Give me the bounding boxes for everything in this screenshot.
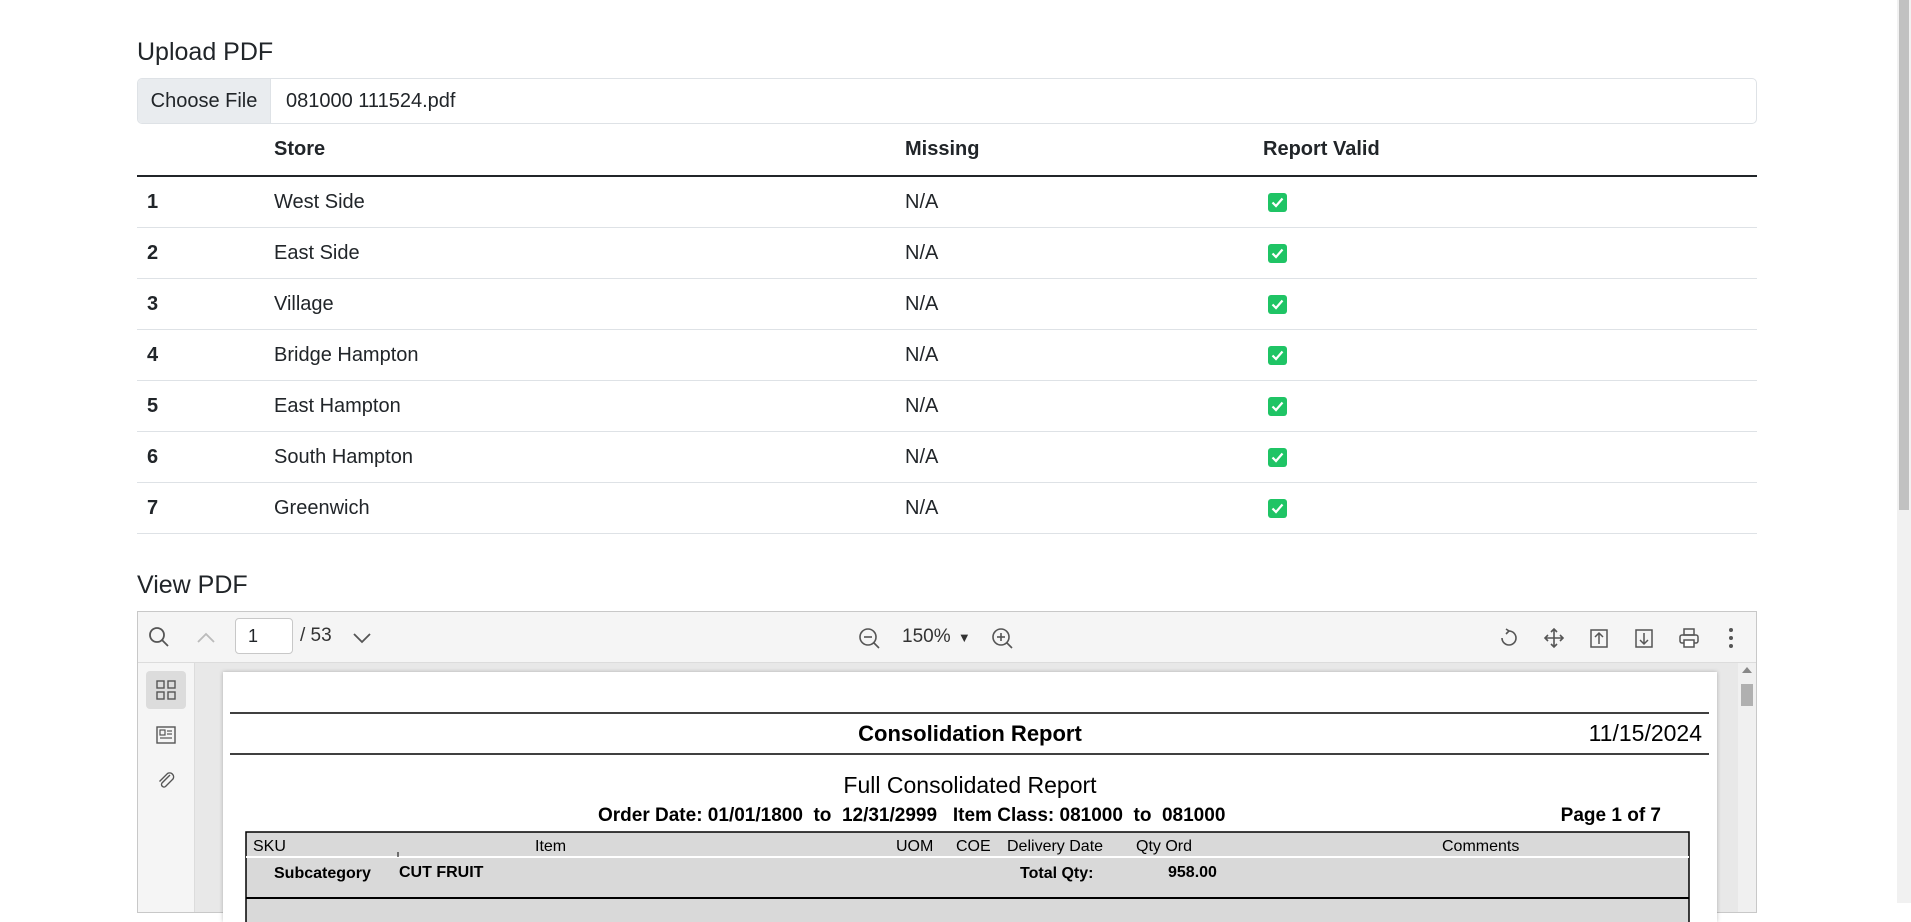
store-name: Bridge Hampton: [264, 329, 895, 381]
window-scroll-thumb[interactable]: [1899, 0, 1909, 510]
view-pdf-heading: View PDF: [137, 571, 248, 599]
row-index: 1: [137, 176, 264, 228]
check-icon: [1268, 498, 1287, 518]
row-index: 7: [137, 482, 264, 534]
missing-value: N/A: [895, 278, 1253, 330]
window-scrollbar[interactable]: [1897, 0, 1911, 903]
store-name: East Hampton: [264, 380, 895, 432]
bookmarks-icon[interactable]: [146, 716, 186, 754]
col-header-report-valid: Report Valid: [1253, 124, 1757, 177]
choose-file-button[interactable]: Choose File: [138, 79, 271, 123]
total-qty-value: 958.00: [1168, 864, 1217, 881]
missing-value: N/A: [895, 329, 1253, 381]
previous-page-icon[interactable]: [194, 626, 218, 650]
rotate-icon[interactable]: [1496, 625, 1522, 651]
report-subtitle: Full Consolidated Report: [843, 772, 1097, 798]
store-name: East Side: [264, 227, 895, 279]
selected-file-name: 081000 111524.pdf: [286, 89, 456, 112]
next-page-icon[interactable]: [350, 628, 374, 648]
missing-value: N/A: [895, 176, 1253, 228]
upload-pdf-heading: Upload PDF: [137, 38, 274, 66]
report-page-number: Page 1 of 7: [1560, 805, 1661, 826]
table-row: 6 South Hampton N/A: [137, 431, 1757, 483]
subcategory-label: Subcategory: [274, 865, 371, 882]
report-date: 11/15/2024: [1588, 720, 1702, 746]
store-validation-table: Store Missing Report Valid 1 West Side N/A…: [137, 124, 1757, 534]
report-valid-cell: [1253, 431, 1757, 483]
page-number-input[interactable]: 1: [235, 618, 293, 654]
zoom-select[interactable]: 150% ▼: [902, 626, 971, 648]
table-row: 4 Bridge Hampton N/A: [137, 329, 1757, 381]
pdf-toolbar: 1 / 53 150% ▼: [138, 612, 1756, 663]
row-index: 3: [137, 278, 264, 330]
file-input[interactable]: Choose File 081000 111524.pdf: [137, 78, 1757, 124]
pdf-scrollbar[interactable]: [1738, 663, 1756, 912]
report-title: Consolidation Report: [858, 721, 1082, 746]
search-icon[interactable]: [146, 624, 172, 650]
table-row: 5 East Hampton N/A: [137, 380, 1757, 432]
scroll-up-icon[interactable]: [1742, 667, 1752, 673]
report-valid-cell: [1253, 278, 1757, 330]
col-uom: UOM: [896, 838, 934, 855]
report-valid-cell: [1253, 380, 1757, 432]
pdf-scroll-thumb[interactable]: [1741, 684, 1753, 706]
table-header-row: Store Missing Report Valid: [137, 124, 1757, 177]
total-qty-label: Total Qty:: [1020, 865, 1094, 882]
row-index: 6: [137, 431, 264, 483]
table-row: 3 Village N/A: [137, 278, 1757, 330]
col-delivery-date: Delivery Date: [1007, 838, 1104, 855]
col-header-store: Store: [264, 124, 895, 177]
last-page-icon[interactable]: [1631, 625, 1657, 651]
pan-icon[interactable]: [1541, 625, 1567, 651]
col-comments: Comments: [1442, 838, 1520, 855]
store-name: West Side: [264, 176, 895, 228]
table-row: 1 West Side N/A: [137, 176, 1757, 228]
subcategory-value: CUT FRUIT: [399, 864, 484, 881]
report-valid-cell: [1253, 482, 1757, 534]
more-options-icon[interactable]: [1721, 625, 1741, 651]
report-criteria: Order Date: 01/01/1800 to 12/31/2999 Ite…: [598, 805, 1226, 826]
col-header-index: [137, 124, 264, 177]
col-coe: COE: [956, 838, 991, 855]
col-item: Item: [535, 838, 567, 855]
zoom-out-icon[interactable]: [856, 625, 882, 651]
row-index: 4: [137, 329, 264, 381]
check-icon: [1268, 396, 1287, 416]
check-icon: [1268, 192, 1287, 212]
pdf-page: Consolidation Report 11/15/2024 Full Con…: [223, 672, 1717, 922]
col-sku: SKU: [253, 838, 286, 855]
thumbnails-icon[interactable]: [146, 671, 186, 709]
check-icon: [1268, 294, 1287, 314]
row-index: 2: [137, 227, 264, 279]
store-name: South Hampton: [264, 431, 895, 483]
zoom-value: 150%: [902, 626, 951, 647]
page-total: / 53: [300, 625, 332, 646]
missing-value: N/A: [895, 482, 1253, 534]
pdf-sidebar: [138, 663, 195, 912]
missing-value: N/A: [895, 227, 1253, 279]
first-page-icon[interactable]: [1586, 625, 1612, 651]
attachment-icon[interactable]: [146, 761, 186, 799]
col-header-missing: Missing: [895, 124, 1253, 177]
store-name: Village: [264, 278, 895, 330]
table-row: 7 Greenwich N/A: [137, 482, 1757, 534]
row-index: 5: [137, 380, 264, 432]
report-valid-cell: [1253, 227, 1757, 279]
check-icon: [1268, 345, 1287, 365]
report-valid-cell: [1253, 329, 1757, 381]
print-icon[interactable]: [1676, 625, 1702, 651]
missing-value: N/A: [895, 431, 1253, 483]
check-icon: [1268, 243, 1287, 263]
store-name: Greenwich: [264, 482, 895, 534]
report-valid-cell: [1253, 176, 1757, 228]
missing-value: N/A: [895, 380, 1253, 432]
check-icon: [1268, 447, 1287, 467]
zoom-in-icon[interactable]: [989, 625, 1015, 651]
caret-down-icon: ▼: [957, 630, 971, 645]
col-qty-ord: Qty Ord: [1136, 838, 1193, 855]
table-row: 2 East Side N/A: [137, 227, 1757, 279]
pdf-viewer: 1 / 53 150% ▼ Consolidation Report 11/15…: [137, 611, 1757, 922]
